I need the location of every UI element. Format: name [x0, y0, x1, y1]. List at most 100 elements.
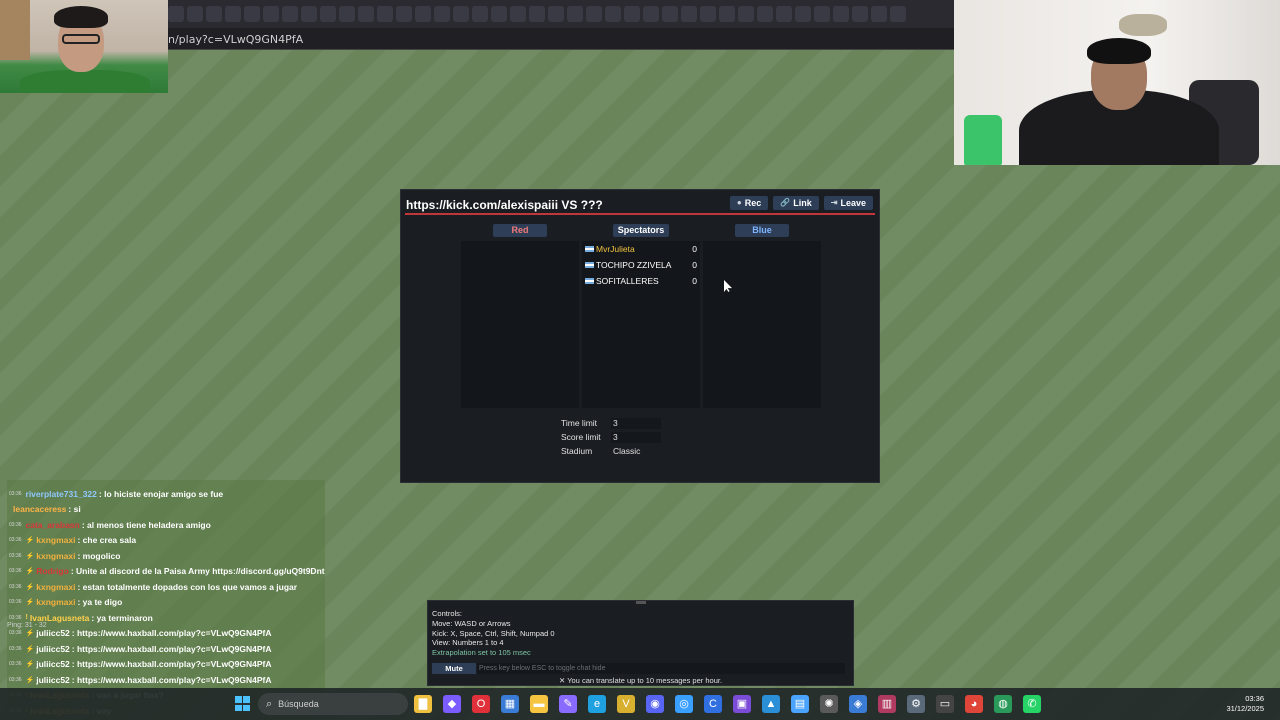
chat-username: kxngmaxi: [36, 597, 76, 608]
chat-text: : lo hiciste enojar amigo se fue: [98, 488, 224, 499]
chat-text: : https://www.haxball.com/play?c=VLwQ9GN…: [71, 628, 272, 639]
spectators-list[interactable]: MvrJulieta 0 TOCHIPO ZZIVELA 0 SOFITALLERES 0: [582, 241, 700, 408]
grid-icon[interactable]: [225, 6, 241, 22]
address-url[interactable]: n/play?c=VLwQ9GN4PfA: [168, 33, 303, 46]
network-icon[interactable]: ◈: [849, 695, 867, 713]
link-icon[interactable]: [681, 6, 697, 22]
bar-icon[interactable]: [396, 6, 412, 22]
k-icon[interactable]: [472, 6, 488, 22]
globe-icon[interactable]: [814, 6, 830, 22]
link-icon[interactable]: [434, 6, 450, 22]
discord-icon[interactable]: ◉: [646, 695, 664, 713]
chatgpt-icon[interactable]: ✺: [820, 695, 838, 713]
notepad-icon[interactable]: ▤: [791, 695, 809, 713]
chat-message: 03:36 ⚡ juliicc52: https://www.haxball.com…: [7, 641, 325, 657]
shield-icon[interactable]: [757, 6, 773, 22]
store-icon[interactable]: ▦: [501, 695, 519, 713]
windows-start-icon[interactable]: [235, 696, 250, 711]
pen-icon[interactable]: [890, 6, 906, 22]
globe-icon[interactable]: [548, 6, 564, 22]
ping-overlay: Ping: 31 - 32: [7, 622, 47, 629]
taskbar-search[interactable]: ⌕ Búsqueda: [258, 693, 408, 715]
globe-icon[interactable]: [700, 6, 716, 22]
link-icon[interactable]: [586, 6, 602, 22]
score-limit-field[interactable]: 3: [611, 431, 661, 443]
chat-timestamp: 03:36: [9, 630, 22, 637]
chat-message: 03:36 ⚡ juliicc52: https://www.haxball.com…: [7, 657, 325, 673]
globe-icon[interactable]: [719, 6, 735, 22]
puzzle-icon[interactable]: [187, 6, 203, 22]
globe-icon[interactable]: [567, 6, 583, 22]
opera-icon[interactable]: O: [472, 695, 490, 713]
chat-text: : al menos tiene heladera amigo: [81, 519, 211, 530]
instagram-icon[interactable]: [244, 6, 260, 22]
resize-handle[interactable]: [636, 601, 646, 604]
chat-text: : https://www.haxball.com/play?c=VLwQ9GN…: [71, 643, 272, 654]
edge-icon[interactable]: [643, 6, 659, 22]
chat-controls-panel: Controls: Move: WASD or Arrows Kick: X, …: [427, 600, 854, 686]
globe-icon[interactable]: ◎: [675, 695, 693, 713]
globe-icon[interactable]: [795, 6, 811, 22]
chart-icon[interactable]: [320, 6, 336, 22]
chat-badge-icon: ⚡: [25, 568, 35, 576]
globe-icon[interactable]: [529, 6, 545, 22]
edge-icon[interactable]: e: [588, 695, 606, 713]
chat-username: juliicc52: [36, 643, 70, 654]
pen-icon[interactable]: ✎: [559, 695, 577, 713]
vivaldi-icon[interactable]: V: [617, 695, 635, 713]
rec-button[interactable]: ● Rec: [729, 196, 769, 210]
globe2-icon[interactable]: ◍: [994, 695, 1012, 713]
player-ping: 0: [692, 260, 697, 270]
winrar-icon[interactable]: ▥: [878, 695, 896, 713]
d-icon[interactable]: [510, 6, 526, 22]
time-limit-field[interactable]: 3: [611, 417, 661, 429]
k-icon[interactable]: [491, 6, 507, 22]
system-clock[interactable]: 03:36 31/12/2025: [1226, 694, 1264, 714]
blue-team-list[interactable]: [703, 241, 821, 408]
bar-icon[interactable]: [415, 6, 431, 22]
image-icon[interactable]: ▲: [762, 695, 780, 713]
join-spectators-button[interactable]: Spectators: [613, 224, 669, 237]
globe-icon[interactable]: [833, 6, 849, 22]
join-blue-button[interactable]: Blue: [735, 224, 789, 237]
shield-icon[interactable]: [662, 6, 678, 22]
whatsapp-icon[interactable]: ✆: [1023, 695, 1041, 713]
folder-icon[interactable]: ▬: [530, 695, 548, 713]
globe-icon[interactable]: [453, 6, 469, 22]
chat-input[interactable]: Press key below ESC to toggle chat hide: [477, 663, 845, 674]
chart-icon[interactable]: [339, 6, 355, 22]
fire-icon[interactable]: [852, 6, 868, 22]
terminal-icon[interactable]: ▭: [936, 695, 954, 713]
chat-message: 03:36! IvanLagusneta: ya terminaron: [7, 610, 325, 626]
player-row[interactable]: TOCHIPO ZZIVELA 0: [582, 257, 700, 273]
clock-date: 31/12/2025: [1226, 704, 1264, 713]
player-row[interactable]: SOFITALLERES 0: [582, 273, 700, 289]
chrome-icon[interactable]: ◕: [965, 695, 983, 713]
player-row[interactable]: MvrJulieta 0: [582, 241, 700, 257]
leave-button[interactable]: ⇥ Leave: [823, 196, 873, 210]
red-team-list[interactable]: [461, 241, 579, 408]
apps-icon[interactable]: ▣: [733, 695, 751, 713]
shield-icon[interactable]: [301, 6, 317, 22]
globe-icon[interactable]: [776, 6, 792, 22]
mute-button[interactable]: Mute: [432, 663, 476, 674]
square-icon[interactable]: [206, 6, 222, 22]
link-button[interactable]: 🔗 Link: [773, 196, 819, 210]
stadium-value[interactable]: Classic: [611, 446, 661, 457]
p-icon[interactable]: [738, 6, 754, 22]
gear-icon[interactable]: [263, 6, 279, 22]
chart-icon[interactable]: [358, 6, 374, 22]
globe-icon[interactable]: [871, 6, 887, 22]
x-icon[interactable]: [168, 6, 184, 22]
file-explorer-icon[interactable]: ▇: [414, 695, 432, 713]
bar-icon[interactable]: [377, 6, 393, 22]
mute-icon[interactable]: [282, 6, 298, 22]
windows-taskbar: ⌕ Búsqueda ▇ ◆ O ▦ ▬ ✎ e V ◉ ◎ C ▣ ▲ ▤ ✺ ◈ ▥ ⚙ ▭ ◕ ◍ ✆ 03:36 …: [0, 688, 1280, 720]
settings-icon[interactable]: ⚙: [907, 695, 925, 713]
ccleaner-icon[interactable]: C: [704, 695, 722, 713]
copilot-icon[interactable]: ◆: [443, 695, 461, 713]
stadium-label: Stadium: [561, 446, 593, 456]
youtube-icon[interactable]: [624, 6, 640, 22]
join-red-button[interactable]: Red: [493, 224, 547, 237]
youtube-icon[interactable]: [605, 6, 621, 22]
